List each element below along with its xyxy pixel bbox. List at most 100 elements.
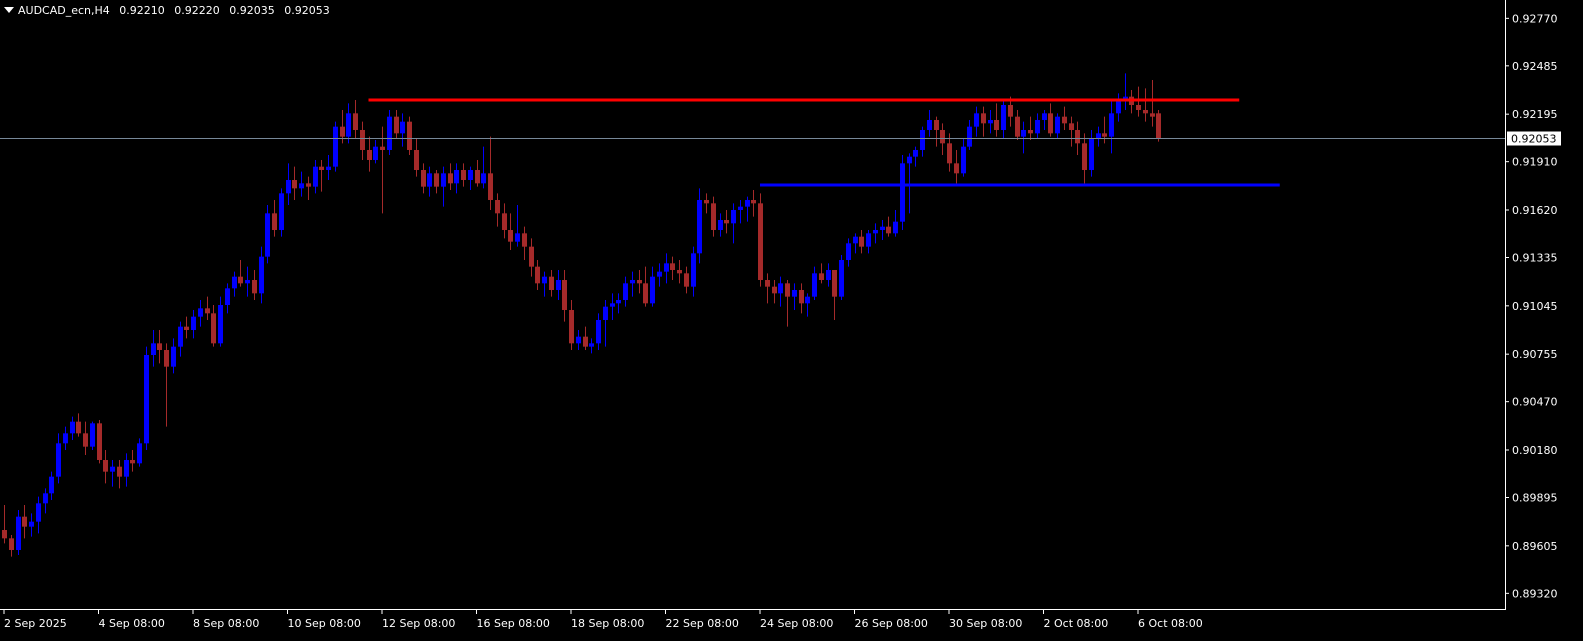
candle-body bbox=[954, 163, 959, 174]
candle-body bbox=[542, 276, 547, 284]
candle-body bbox=[9, 538, 14, 550]
candle-body bbox=[751, 200, 756, 204]
candle-body bbox=[387, 116, 392, 150]
candle-body bbox=[137, 443, 142, 464]
candle-body bbox=[1069, 123, 1074, 130]
time-tick-label: 26 Sep 08:00 bbox=[855, 617, 928, 630]
candle-body bbox=[684, 273, 689, 287]
candle-body bbox=[913, 150, 918, 157]
candle-body bbox=[394, 116, 399, 134]
price-tick-label: 0.91620 bbox=[1512, 204, 1558, 217]
candle-body bbox=[589, 343, 594, 347]
price-tick-label: 0.92485 bbox=[1512, 60, 1558, 73]
candle-body bbox=[272, 213, 277, 230]
candle-body bbox=[981, 113, 986, 124]
candle-body bbox=[812, 273, 817, 297]
candle-body bbox=[535, 266, 540, 284]
candle-body bbox=[967, 126, 972, 147]
candle-body bbox=[934, 120, 939, 130]
candle-body bbox=[360, 130, 365, 150]
price-chart[interactable]: 0.92770 0.92485 0.92195 0.91910 0.91620 0.913… bbox=[0, 0, 1583, 641]
candle-body bbox=[907, 156, 912, 164]
candle-body bbox=[178, 326, 183, 347]
candle-body bbox=[367, 150, 372, 160]
time-tick-label: 30 Sep 08:00 bbox=[949, 617, 1022, 630]
candle-body bbox=[171, 346, 176, 367]
candle-body bbox=[873, 230, 878, 234]
time-tick-label: 12 Sep 08:00 bbox=[382, 617, 455, 630]
candle-body bbox=[306, 183, 311, 187]
candle-body bbox=[880, 226, 885, 230]
candle-body bbox=[792, 290, 797, 297]
current-price-box: 0.92053 bbox=[1507, 131, 1561, 146]
candle-body bbox=[772, 286, 777, 294]
candle-body bbox=[1109, 113, 1114, 137]
ohlc-high: 0.92220 bbox=[174, 4, 220, 17]
candle-body bbox=[826, 270, 831, 280]
candle-body bbox=[1028, 130, 1033, 134]
candle-body bbox=[549, 276, 554, 290]
candle-body bbox=[616, 300, 621, 304]
current-price-label: 0.92053 bbox=[1511, 133, 1557, 146]
ohlc-close: 0.92053 bbox=[284, 4, 330, 17]
candle-body bbox=[839, 260, 844, 297]
candle-body bbox=[299, 183, 304, 189]
candle-body bbox=[569, 310, 574, 344]
candle-body bbox=[292, 180, 297, 189]
dropdown-triangle-icon[interactable] bbox=[4, 7, 14, 13]
time-tick-label: 22 Sep 08:00 bbox=[666, 617, 739, 630]
candle-body bbox=[1102, 133, 1107, 137]
price-tick-label: 0.89320 bbox=[1512, 587, 1558, 600]
price-tick-label: 0.92195 bbox=[1512, 108, 1558, 121]
candle-body bbox=[346, 113, 351, 137]
candle-body bbox=[677, 270, 682, 274]
candle-body bbox=[340, 126, 345, 137]
candle-body bbox=[29, 521, 34, 527]
candle-body bbox=[475, 170, 480, 184]
candle-body bbox=[184, 326, 189, 330]
candle-body bbox=[697, 200, 702, 254]
time-scale: 2 Sep 2025 4 Sep 08:00 8 Sep 08:00 10 Sep 0… bbox=[3, 610, 1203, 630]
price-scale: 0.92770 0.92485 0.92195 0.91910 0.91620 0.913… bbox=[1505, 12, 1558, 600]
candle-body bbox=[724, 220, 729, 224]
candle-body bbox=[441, 173, 446, 187]
candle-body bbox=[56, 443, 61, 477]
candle-body bbox=[1055, 116, 1060, 134]
time-tick-label: 18 Sep 08:00 bbox=[571, 617, 644, 630]
candle-body bbox=[738, 206, 743, 210]
price-tick-label: 0.90470 bbox=[1512, 396, 1558, 409]
time-tick-label: 4 Sep 08:00 bbox=[99, 617, 165, 630]
candle-body bbox=[927, 120, 932, 130]
candle-body bbox=[205, 308, 210, 314]
candle-body bbox=[22, 516, 27, 527]
candle-body bbox=[704, 200, 709, 204]
candle-body bbox=[603, 306, 608, 320]
candle-body bbox=[893, 221, 898, 234]
candle-body bbox=[97, 423, 102, 460]
price-tick-label: 0.92770 bbox=[1512, 12, 1558, 25]
candle-body bbox=[576, 336, 581, 344]
candle-body bbox=[1116, 100, 1121, 114]
candle-body bbox=[124, 460, 129, 477]
candle-body bbox=[286, 180, 291, 194]
candle-body bbox=[373, 146, 378, 160]
candle-body bbox=[495, 200, 500, 214]
candle-body bbox=[630, 280, 635, 284]
candle-body bbox=[1150, 113, 1155, 117]
candle-body bbox=[326, 166, 331, 170]
candle-body bbox=[529, 246, 534, 267]
candle-body bbox=[245, 280, 250, 284]
candle-body bbox=[2, 530, 7, 539]
candle-body bbox=[232, 276, 237, 289]
candle-body bbox=[961, 146, 966, 174]
ohlc-low: 0.92035 bbox=[229, 4, 275, 17]
candle-body bbox=[657, 271, 662, 277]
candle-body bbox=[164, 350, 169, 367]
candle-body bbox=[265, 213, 270, 257]
candle-body bbox=[353, 113, 358, 130]
time-tick-label: 6 Oct 08:00 bbox=[1138, 617, 1203, 630]
candle-body bbox=[832, 270, 837, 297]
candle-body bbox=[745, 200, 750, 207]
time-tick-label: 24 Sep 08:00 bbox=[760, 617, 833, 630]
candle-body bbox=[414, 150, 419, 170]
